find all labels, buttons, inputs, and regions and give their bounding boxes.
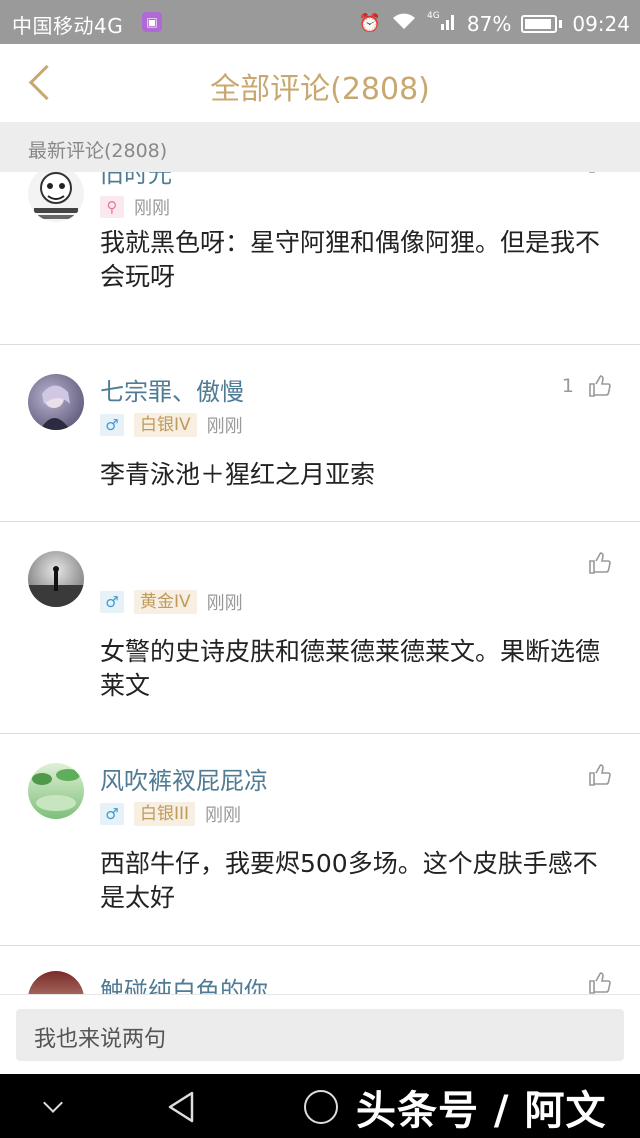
clock: 09:24 [572,11,630,36]
comment-meta: ♂ 白银III 刚刚 [100,801,241,827]
rank-badge: 白银IV [134,413,197,437]
nav-back-triangle-icon[interactable] [166,1090,196,1124]
page-title: 全部评论(2808) [210,72,430,107]
comment-item: ♂ 黄金IV 刚刚 女警的史诗皮肤和德莱德莱德莱文。果断选德莱文 [0,523,640,734]
comment-input[interactable]: 我也来说两句 [16,1009,624,1061]
rank-badge: 白银III [134,802,196,826]
thumbs-up-icon [589,552,611,574]
avatar[interactable] [28,763,84,819]
comment-username[interactable]: 七宗罪、傲慢 [100,372,244,407]
comment-item: 风吹裤衩屁屁凉 ♂ 白银III 刚刚 西部牛仔，我要烬500多场。这个皮肤手感不… [0,735,640,946]
wifi-icon [391,11,417,36]
nav-home-circle-icon[interactable] [304,1090,338,1124]
like-button[interactable] [588,172,612,174]
comment-meta: ⚲ 刚刚 [100,194,170,220]
comment-content: 西部牛仔，我要烬500多场。这个皮肤手感不是太好 [100,849,598,912]
avatar[interactable] [28,971,84,994]
male-icon: ♂ [100,803,124,825]
comment-content: 女警的史诗皮肤和德莱德莱德莱文。果断选德莱文 [100,637,601,700]
avatar[interactable] [28,551,84,607]
thumbs-up-icon [589,972,611,994]
female-icon: ⚲ [100,196,124,218]
status-bar: 中国移动4G ▣ ⏰ 4G 87% 09:24 [0,0,640,44]
battery-icon [521,14,558,33]
comment-content: 李青泳池＋猩红之月亚索 [100,460,376,489]
header: 全部评论(2808) [0,44,640,122]
like-count: 1 [561,375,574,397]
hide-nav-chevron-icon[interactable] [43,1093,63,1113]
signal-icon: 4G [427,10,457,37]
like-button[interactable]: 1 [562,374,612,398]
like-button[interactable] [588,763,612,787]
alarm-icon: ⏰ [358,13,381,34]
comment-content: 我就黑色呀：星守阿狸和偶像阿狸。但是我不会玩呀 [100,228,601,291]
comment-time: 刚刚 [134,198,170,219]
rank-badge: 黄金IV [134,590,197,614]
like-button[interactable] [588,551,612,575]
battery-tip [559,19,563,28]
comment-username[interactable]: 触碰纯白色的你 [100,971,268,994]
comment-meta: ♂ 黄金IV 刚刚 [100,589,243,615]
comment-input-bar: 我也来说两句 [0,994,640,1074]
comment-item: 旧时光 ⚲ 刚刚 我就黑色呀：星守阿狸和偶像阿狸。但是我不会玩呀 [0,172,640,345]
thumbs-up-icon [589,764,611,786]
male-icon: ♂ [100,414,124,436]
avatar[interactable] [28,172,84,222]
comment-username[interactable]: 旧时光 [100,172,172,189]
thumbs-up-icon [589,375,611,397]
comment-meta: ♂ 白银IV 刚刚 [100,412,243,438]
watermark-text: 头条号 / 阿文 [356,1088,607,1134]
network-type-label: 4G [427,11,440,21]
carrier-label: 中国移动4G [12,14,124,38]
like-button[interactable] [588,971,612,994]
male-icon: ♂ [100,591,124,613]
comment-item: 触碰纯白色的你 [0,947,640,994]
battery-percent: 87% [466,11,512,36]
app-notification-icon: ▣ [142,12,162,32]
comment-time: 刚刚 [206,416,243,437]
section-label: 最新评论(2808) [28,140,168,162]
comment-username[interactable]: 风吹裤衩屁屁凉 [100,761,268,796]
thumbs-up-icon [589,172,595,173]
comment-item: 七宗罪、傲慢 ♂ 白银IV 刚刚 1 李青泳池＋猩红之月亚索 [0,346,640,522]
comment-list[interactable]: 旧时光 ⚲ 刚刚 我就黑色呀：星守阿狸和偶像阿狸。但是我不会玩呀 七宗罪、傲慢 … [0,172,640,994]
avatar[interactable] [28,374,84,430]
comment-time: 刚刚 [206,593,243,614]
system-nav-bar: 头条号 / 阿文 [0,1074,640,1138]
comment-time: 刚刚 [205,805,242,826]
section-header: 最新评论(2808) [0,122,640,172]
